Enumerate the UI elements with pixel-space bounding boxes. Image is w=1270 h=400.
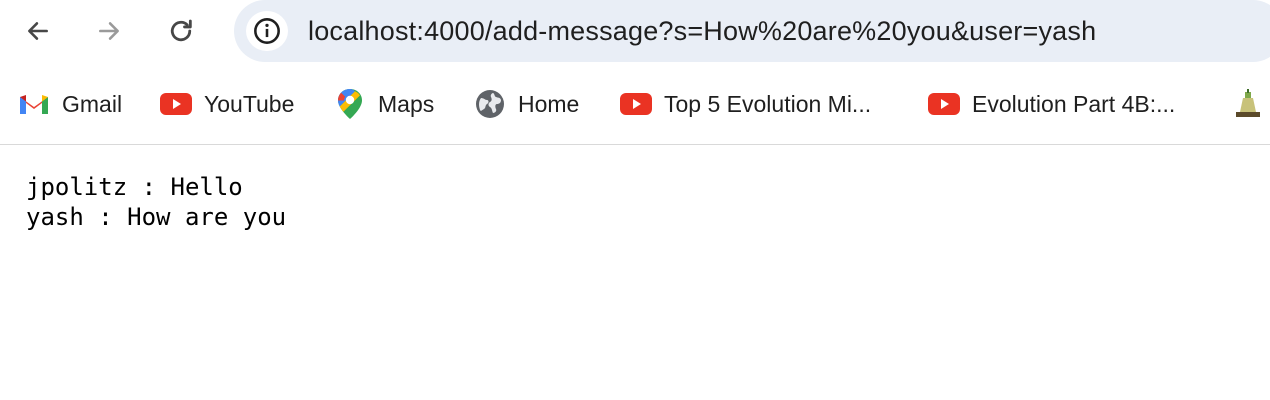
globe-icon [474,88,506,120]
bookmark-home[interactable]: Home [474,86,579,122]
bookmark-overflow[interactable] [1232,86,1264,122]
message-line: jpolitz : Hello [26,173,243,201]
bookmark-label: Evolution Part 4B:... [972,90,1176,117]
forward-button[interactable] [88,10,130,52]
bookmark-label: Maps [378,90,435,117]
bookmark-youtube[interactable]: YouTube [160,86,294,122]
message-list: jpolitz : Hello yash : How are you [26,172,286,232]
gmail-icon [18,88,50,120]
bookmark-maps[interactable]: Maps [334,86,434,122]
browser-toolbar: localhost:4000/add-message?s=How%20are%2… [0,0,1270,64]
bookmark-label: YouTube [204,90,295,117]
youtube-icon [160,88,192,120]
bookmark-top-5-evolution[interactable]: Top 5 Evolution Mi... [620,86,871,122]
info-icon [254,18,280,44]
address-bar[interactable]: localhost:4000/add-message?s=How%20are%2… [234,0,1270,62]
reload-icon [170,19,192,42]
youtube-icon [620,88,652,120]
bookmark-favicon-icon [1232,88,1264,120]
arrow-left-icon [28,22,48,40]
arrow-right-icon [99,22,119,40]
youtube-icon [928,88,960,120]
bookmark-label: Gmail [62,90,123,117]
reload-button[interactable] [160,10,202,52]
bookmark-evolution-part-4b[interactable]: Evolution Part 4B:... [928,86,1175,122]
bookmark-gmail[interactable]: Gmail [18,86,122,122]
bookmark-label: Top 5 Evolution Mi... [664,90,872,117]
bookmark-label: Home [518,90,580,117]
url-text[interactable]: localhost:4000/add-message?s=How%20are%2… [308,0,1096,62]
back-button[interactable] [17,10,59,52]
maps-icon [334,88,366,120]
bookmarks-bar: Gmail YouTube Maps Home Top 5 Evolution … [0,64,1270,145]
site-info-button[interactable] [246,11,288,51]
message-line: yash : How are you [26,203,287,231]
